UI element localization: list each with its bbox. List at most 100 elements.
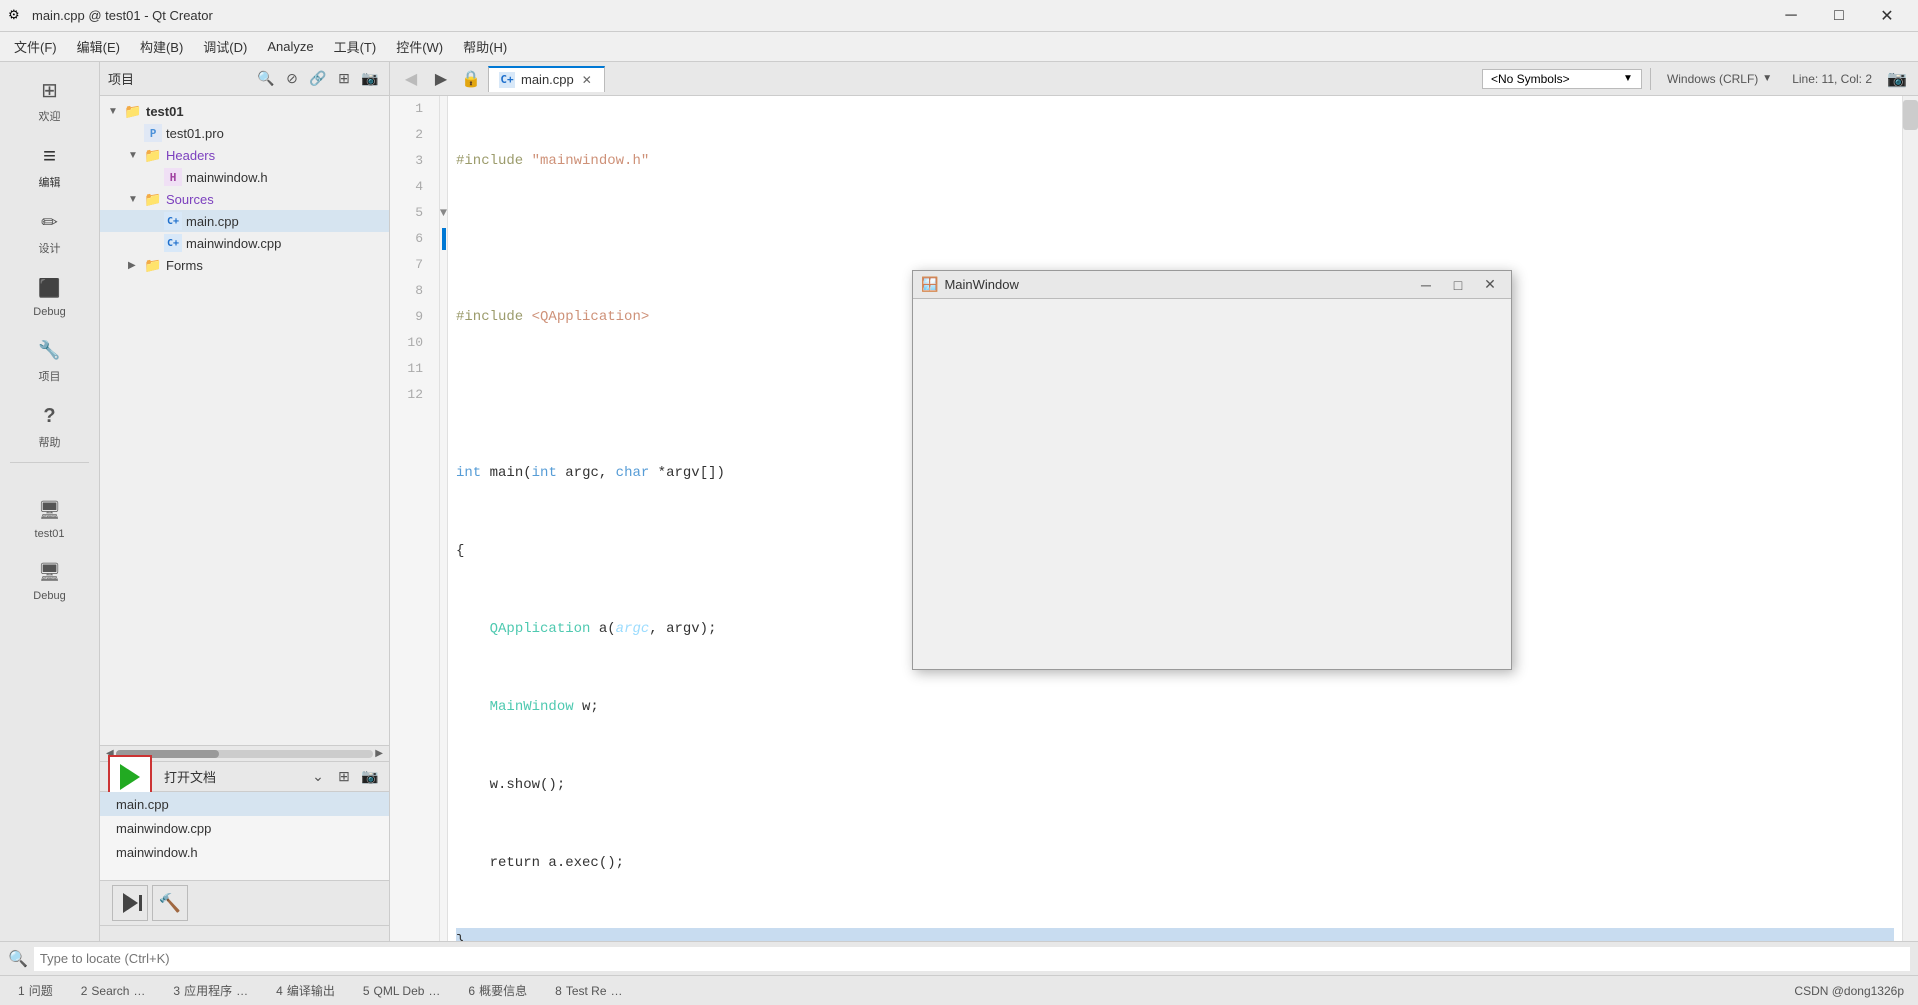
activity-design-label: 设计 bbox=[39, 240, 61, 256]
activity-project[interactable]: 🔧 项目 bbox=[5, 326, 95, 392]
editor-screenshot-button[interactable]: 📷 bbox=[1884, 66, 1910, 92]
open-docs-item-mainwindowh[interactable]: mainwindow.h bbox=[100, 840, 389, 864]
open-docs-dropdown[interactable]: ⌄ bbox=[307, 766, 329, 788]
menu-help[interactable]: 帮助(H) bbox=[453, 33, 517, 60]
tree-item-maincpp[interactable]: C+ main.cpp bbox=[100, 210, 389, 232]
tab-label-search: Search bbox=[91, 984, 129, 998]
monitor-icon: 🖥 bbox=[34, 494, 66, 526]
bottom-tab-testresult[interactable]: 8 Test Re … bbox=[541, 976, 636, 1005]
tree-item-test01[interactable]: ▼ 📁 test01 bbox=[100, 100, 389, 122]
sidebar-filter-button[interactable]: ⊘ bbox=[281, 68, 303, 90]
sidebar-search-button[interactable]: 🔍 bbox=[255, 68, 277, 90]
menu-tools[interactable]: 工具(T) bbox=[324, 33, 387, 60]
activity-welcome[interactable]: ⊞ 欢迎 bbox=[5, 66, 95, 132]
sidebar-main-content: ▼ 📁 test01 P test01.pro ▼ 📁 Heade bbox=[100, 96, 389, 761]
fast-run-icon bbox=[123, 893, 138, 913]
float-maximize-button[interactable]: □ bbox=[1445, 275, 1471, 295]
tree-item-headers[interactable]: ▼ 📁 Headers bbox=[100, 144, 389, 166]
status-right-label: CSDN @dong1326p bbox=[1784, 984, 1914, 998]
encoding-text: Windows (CRLF) bbox=[1667, 72, 1758, 86]
bottom-tab-issues[interactable]: 1 问题 bbox=[4, 976, 67, 1005]
float-minimize-button[interactable]: ─ bbox=[1413, 275, 1439, 295]
sidebar-link-button[interactable]: 🔗 bbox=[307, 68, 329, 90]
activity-design[interactable]: ✏ 设计 bbox=[5, 198, 95, 264]
nav-forward-button[interactable]: ▶ bbox=[428, 66, 454, 92]
tab-close-button[interactable]: ✕ bbox=[580, 73, 594, 87]
scroll-right-arrow[interactable]: ▶ bbox=[373, 748, 385, 759]
tab-num-6: 6 bbox=[468, 984, 475, 998]
open-docs-screenshot[interactable]: 📷 bbox=[359, 766, 381, 788]
tree-item-test01pro[interactable]: P test01.pro bbox=[100, 122, 389, 144]
debug-icon: ⬛ bbox=[34, 272, 66, 304]
tab-num-2: 2 bbox=[81, 984, 88, 998]
v-scrollbar[interactable] bbox=[1902, 96, 1918, 941]
close-button[interactable]: ✕ bbox=[1864, 0, 1910, 32]
open-docs-addbm[interactable]: ⊞ bbox=[333, 766, 355, 788]
activity-debug[interactable]: ⬛ Debug bbox=[5, 264, 95, 326]
maximize-button[interactable]: □ bbox=[1816, 0, 1862, 32]
tree-item-mainwindowcpp[interactable]: C+ mainwindow.cpp bbox=[100, 232, 389, 254]
tab-num-3: 3 bbox=[173, 984, 180, 998]
locate-input[interactable] bbox=[34, 947, 1910, 971]
tree-item-forms[interactable]: ▶ 📁 Forms bbox=[100, 254, 389, 276]
minimize-button[interactable]: ─ bbox=[1768, 0, 1814, 32]
menu-edit[interactable]: 编辑(E) bbox=[67, 33, 130, 60]
tree-item-mainwindowh[interactable]: H mainwindow.h bbox=[100, 166, 389, 188]
encoding-display[interactable]: Windows (CRLF) ▼ bbox=[1659, 70, 1780, 88]
float-close-button[interactable]: ✕ bbox=[1477, 275, 1503, 295]
menu-debug[interactable]: 调试(D) bbox=[193, 33, 257, 60]
tree-label-headers: Headers bbox=[166, 148, 215, 163]
bottom-tab-search[interactable]: 2 Search … bbox=[67, 976, 160, 1005]
activity-edit[interactable]: ≡ 编辑 bbox=[5, 132, 95, 198]
bottom-tab-summary[interactable]: 6 概要信息 bbox=[454, 976, 541, 1005]
run-triangle-icon bbox=[120, 764, 140, 790]
nav-lock-button[interactable]: 🔒 bbox=[458, 66, 484, 92]
bottom-tab-compile[interactable]: 4 编译输出 bbox=[262, 976, 349, 1005]
tab-label-app: 应用程序 bbox=[184, 982, 232, 999]
tree-item-sources[interactable]: ▼ 📁 Sources bbox=[100, 188, 389, 210]
app-wrapper: ⚙ main.cpp @ test01 - Qt Creator ─ □ ✕ 文… bbox=[0, 0, 1918, 1005]
open-docs-item-maincpp[interactable]: main.cpp bbox=[100, 792, 389, 816]
bottom-tab-app[interactable]: 3 应用程序 … bbox=[159, 976, 262, 1005]
build-button[interactable]: 🔨 bbox=[152, 885, 188, 921]
line-num-12: 12 bbox=[390, 382, 431, 408]
menu-build[interactable]: 构建(B) bbox=[130, 33, 193, 60]
folder-icon-headers: 📁 bbox=[144, 146, 162, 164]
activity-bar: ⊞ 欢迎 ≡ 编辑 ✏ 设计 ⬛ Debug 🔧 项目 ? 帮助 bbox=[0, 62, 100, 941]
menu-file[interactable]: 文件(F) bbox=[4, 33, 67, 60]
activity-debug-monitor[interactable]: 🖥 Debug bbox=[5, 548, 95, 610]
float-title-text: MainWindow bbox=[944, 277, 1407, 292]
bottom-tabs: 1 问题 2 Search … 3 应用程序 … 4 编译输出 5 QML De… bbox=[0, 975, 1918, 1005]
tab-num-8: 8 bbox=[555, 984, 562, 998]
locate-bar: 🔍 bbox=[0, 941, 1918, 975]
open-docs-scrollbar[interactable] bbox=[100, 925, 389, 941]
bottom-tab-qml[interactable]: 5 QML Deb … bbox=[349, 976, 455, 1005]
sidebar-screenshot-button[interactable]: 📷 bbox=[359, 68, 381, 90]
code-line-2 bbox=[456, 226, 1894, 252]
fast-run-button[interactable] bbox=[112, 885, 148, 921]
nav-back-button[interactable]: ◀ bbox=[398, 66, 424, 92]
sidebar-addbm-button[interactable]: ⊞ bbox=[333, 68, 355, 90]
menu-analyze[interactable]: Analyze bbox=[257, 35, 323, 58]
tree-arrow-sources: ▼ bbox=[128, 194, 144, 205]
code-token: w; bbox=[574, 694, 599, 720]
folder-icon-test01: 📁 bbox=[124, 102, 142, 120]
pro-icon: P bbox=[144, 124, 162, 142]
open-docs-item-mainwindowcpp[interactable]: mainwindow.cpp bbox=[100, 816, 389, 840]
code-line-9: w.show(); bbox=[456, 772, 1894, 798]
code-token: } bbox=[456, 928, 464, 941]
activity-help[interactable]: ? 帮助 bbox=[5, 392, 95, 458]
symbol-dropdown-icon: ▼ bbox=[1623, 73, 1633, 84]
code-token: #include "mainwindow.h" bbox=[456, 148, 649, 174]
h-scrollbar-track[interactable] bbox=[116, 750, 374, 758]
tree-label-test01pro: test01.pro bbox=[166, 126, 224, 141]
code-token: argc, bbox=[557, 460, 616, 486]
fold-ind-1 bbox=[440, 96, 447, 122]
menu-controls[interactable]: 控件(W) bbox=[386, 33, 453, 60]
activity-debug-monitor-label: Debug bbox=[33, 590, 65, 602]
fold-ind-5[interactable]: ▼ bbox=[440, 200, 447, 226]
symbol-selector[interactable]: <No Symbols> ▼ bbox=[1482, 69, 1642, 89]
tab-maincpp[interactable]: C+ main.cpp ✕ bbox=[488, 66, 605, 92]
open-docs-label: 打开文档 bbox=[164, 767, 232, 786]
activity-test01-monitor[interactable]: 🖥 test01 bbox=[5, 486, 95, 548]
